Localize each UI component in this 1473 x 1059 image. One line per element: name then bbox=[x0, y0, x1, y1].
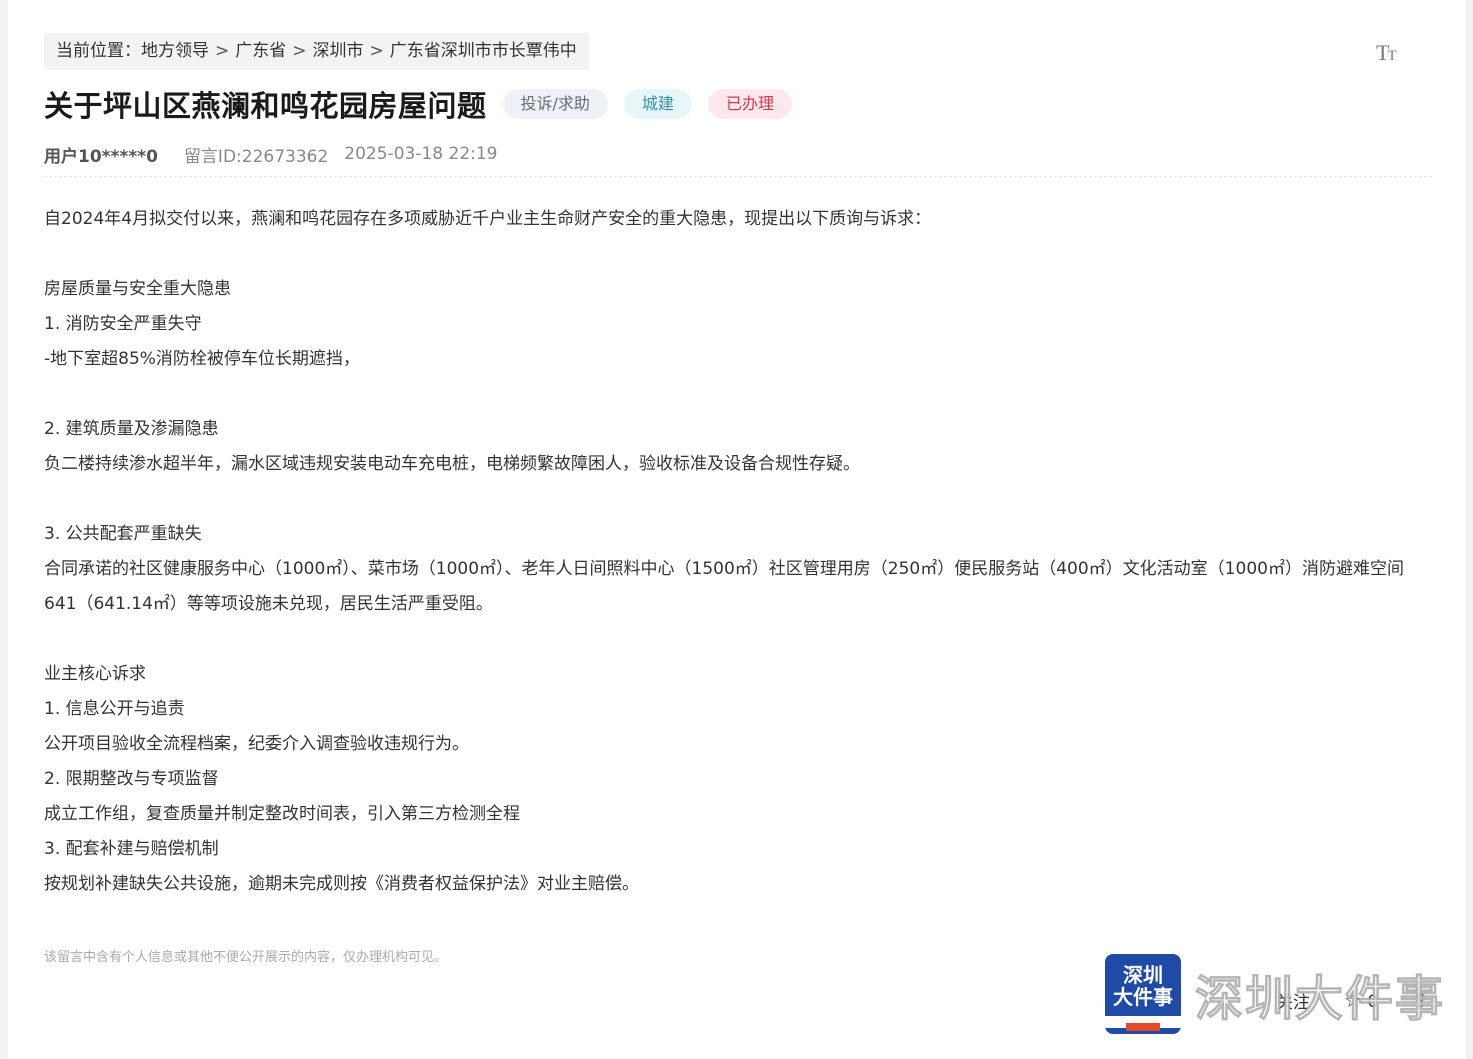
font-toggle-small: T bbox=[1387, 48, 1396, 64]
body-line bbox=[44, 622, 1436, 657]
privacy-notice: 该留言中含有个人信息或其他不便公开展示的内容，仅办理机构可见。 bbox=[44, 950, 448, 965]
body-line: 3. 公共配套严重缺失 bbox=[44, 524, 202, 544]
breadcrumb-prefix: 当前位置： bbox=[56, 41, 141, 61]
title-row: 关于坪山区燕澜和鸣花园房屋问题 投诉/求助 城建 已办理 bbox=[44, 82, 792, 126]
body-line: 按规划补建缺失公共设施，逾期未完成则按《消费者权益保护法》对业主赔偿。 bbox=[44, 874, 639, 894]
breadcrumb-separator: > bbox=[292, 41, 307, 61]
font-size-toggle-icon[interactable]: TT bbox=[1376, 38, 1406, 68]
body-line: 业主核心诉求 bbox=[44, 664, 146, 684]
body-line: 2. 限期整改与专项监督 bbox=[44, 769, 219, 789]
message-body: 自2024年4月拟交付以来，燕澜和鸣花园存在多项威胁近千户业主生命财产安全的重大… bbox=[44, 202, 1436, 902]
breadcrumb-separator: > bbox=[215, 41, 230, 61]
body-line: 自2024年4月拟交付以来，燕澜和鸣花园存在多项威胁近千户业主生命财产安全的重大… bbox=[44, 209, 932, 229]
body-line bbox=[44, 237, 1436, 272]
body-line: 合同承诺的社区健康服务中心（1000㎡）、菜市场（1000㎡）、老年人日间照料中… bbox=[44, 559, 1404, 614]
breadcrumb-item-3[interactable]: 广东省深圳市市长覃伟中 bbox=[390, 41, 577, 61]
post-time: 2025-03-18 22:19 bbox=[344, 144, 498, 164]
body-line: 1. 消防安全严重失守 bbox=[44, 314, 202, 334]
watermark: 深圳 大件事 深圳大件事 bbox=[1105, 953, 1445, 1035]
body-line: 负二楼持续渗水超半年，漏水区域违规安装电动车充电桩，电梯频繁故障困人，验收标准及… bbox=[44, 454, 860, 474]
breadcrumb-item-0[interactable]: 地方领导 bbox=[141, 41, 209, 61]
tag-domain: 城建 bbox=[623, 89, 692, 119]
page-title: 关于坪山区燕澜和鸣花园房屋问题 bbox=[44, 89, 487, 123]
body-line: 2. 建筑质量及渗漏隐患 bbox=[44, 419, 219, 439]
body-line: 1. 信息公开与追责 bbox=[44, 699, 185, 719]
divider bbox=[44, 176, 1432, 177]
message-card: 当前位置：地方领导 > 广东省 > 深圳市 > 广东省深圳市市长覃伟中 TT 关于坪山区燕澜… bbox=[8, 0, 1466, 1059]
body-line: 成立工作组，复查质量并制定整改时间表，引入第三方检测全程 bbox=[44, 804, 520, 824]
watermark-text: 深圳大件事 bbox=[1194, 971, 1446, 1028]
status-badge: 已办理 bbox=[707, 89, 792, 119]
logo-line-1: 深圳 bbox=[1123, 963, 1163, 987]
body-line bbox=[44, 377, 1436, 412]
breadcrumb-item-1[interactable]: 广东省 bbox=[235, 41, 286, 61]
message-meta: 用户10*****0 留言ID:22673362 2025-03-18 22:1… bbox=[44, 140, 498, 168]
body-line bbox=[44, 482, 1436, 517]
logo-bar bbox=[1105, 1016, 1181, 1031]
body-line: 房屋质量与安全重大隐患 bbox=[44, 279, 231, 299]
body-line: 公开项目验收全流程档案，纪委介入调查验收违规行为。 bbox=[44, 734, 469, 754]
breadcrumb-item-2[interactable]: 深圳市 bbox=[313, 41, 364, 61]
body-line: -地下室超85%消防栓被停车位长期遮挡， bbox=[44, 349, 360, 369]
tag-category: 投诉/求助 bbox=[502, 89, 608, 119]
breadcrumb-separator: > bbox=[369, 41, 384, 61]
body-line: 3. 配套补建与赔偿机制 bbox=[44, 839, 219, 859]
breadcrumb: 当前位置：地方领导 > 广东省 > 深圳市 > 广东省深圳市市长覃伟中 bbox=[44, 33, 589, 70]
watermark-logo: 深圳 大件事 bbox=[1105, 954, 1181, 1034]
message-id: 留言ID:22673362 bbox=[183, 146, 329, 167]
logo-line-2: 大件事 bbox=[1113, 985, 1173, 1009]
author-name: 用户10*****0 bbox=[44, 146, 158, 167]
font-toggle-big: T bbox=[1376, 40, 1390, 65]
